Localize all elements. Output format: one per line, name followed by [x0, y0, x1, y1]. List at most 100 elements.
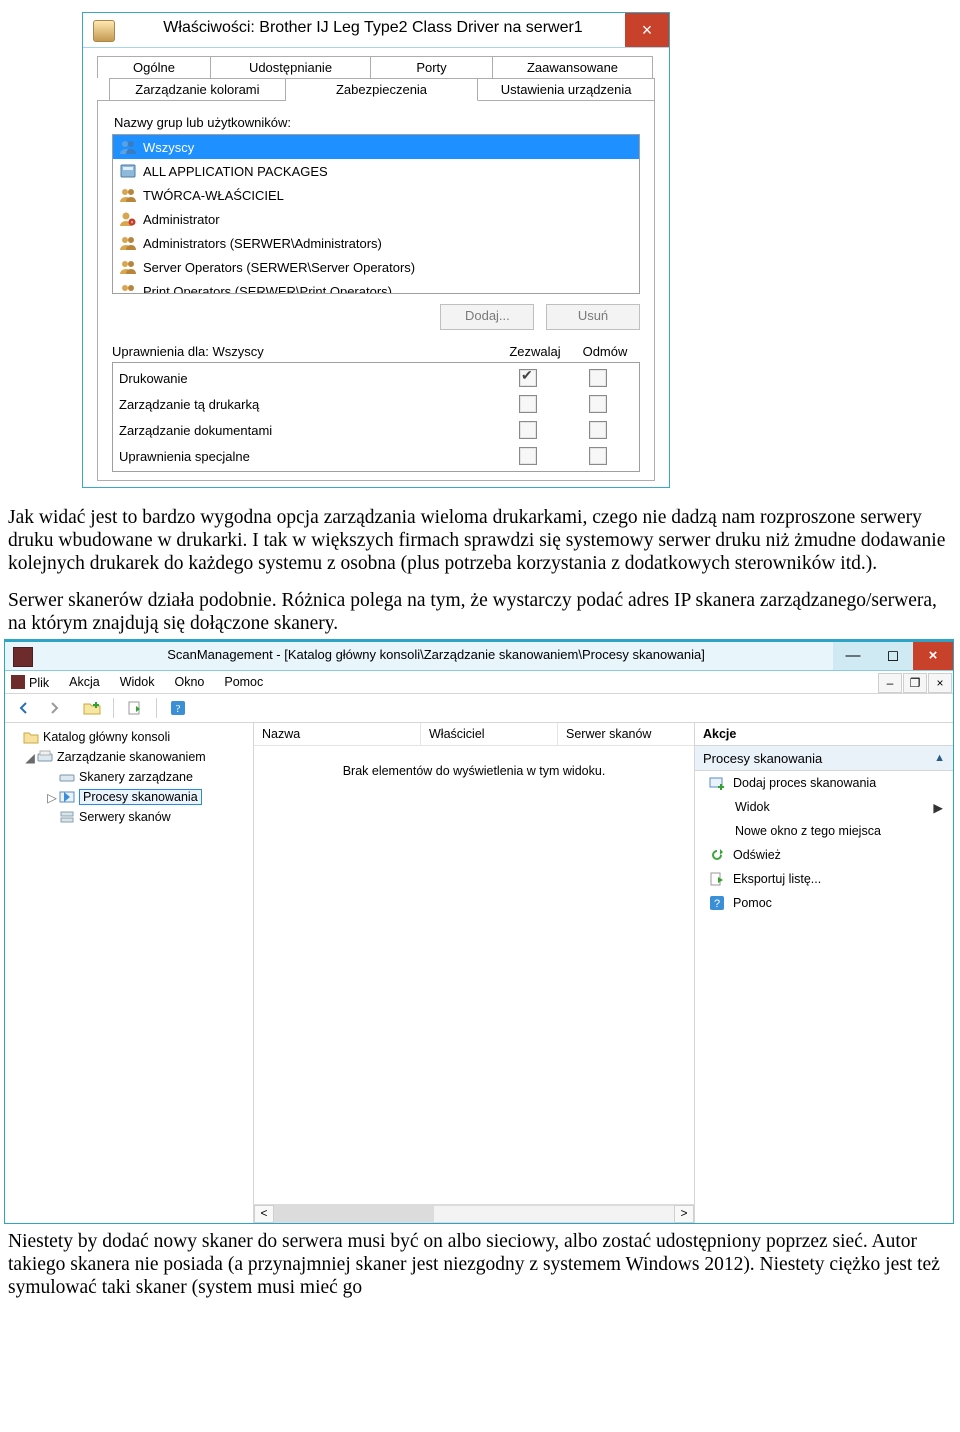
allow-checkbox[interactable]: [519, 447, 537, 465]
actions-section[interactable]: Procesy skanowania ▲: [695, 746, 953, 771]
close-button[interactable]: ×: [913, 642, 953, 670]
menu-view[interactable]: Widok: [110, 675, 165, 689]
perm-label: Zarządzanie tą drukarką: [119, 397, 493, 412]
permissions-header: Uprawnienia dla: Wszyscy Zezwalaj Odmów: [112, 344, 640, 359]
action-new-window[interactable]: Nowe okno z tego miejsca: [695, 819, 953, 843]
tree-collapse-icon[interactable]: ◢: [23, 750, 37, 765]
scanmanagement-window: ScanManagement - [Katalog główny konsoli…: [4, 639, 954, 1224]
svg-text:×: ×: [131, 220, 134, 226]
tree-managed-scanners[interactable]: Skanery zarządzane: [5, 767, 253, 787]
export-button[interactable]: [122, 696, 148, 720]
action-view[interactable]: Widok ▶: [695, 795, 953, 819]
deny-checkbox[interactable]: [589, 395, 607, 413]
menu-window[interactable]: Okno: [164, 675, 214, 689]
group-row-administrators[interactable]: Administrators (SERWER\Administrators): [113, 231, 639, 255]
tree-root[interactable]: Katalog główny konsoli: [5, 727, 253, 747]
tab-advanced[interactable]: Zaawansowane: [493, 56, 653, 78]
tree-scan-management[interactable]: ◢ Zarządzanie skanowaniem: [5, 747, 253, 767]
users-icon: [119, 258, 137, 276]
menu-help[interactable]: Pomoc: [214, 675, 273, 689]
tab-general[interactable]: Ogólne: [97, 56, 211, 78]
forward-button[interactable]: [41, 696, 67, 720]
action-help[interactable]: ? Pomoc: [695, 891, 953, 915]
refresh-icon: [709, 847, 725, 863]
add-folder-button[interactable]: [79, 696, 105, 720]
action-refresh[interactable]: Odśwież: [695, 843, 953, 867]
mmc-titlebar: ScanManagement - [Katalog główny konsoli…: [5, 642, 953, 671]
tree-scan-servers[interactable]: Serwery skanów: [5, 807, 253, 827]
inner-minimize-button[interactable]: –: [878, 673, 902, 693]
users-icon: [119, 186, 137, 204]
group-row-creator-owner[interactable]: TWÓRCA-WŁAŚCICIEL: [113, 183, 639, 207]
remove-button[interactable]: Usuń: [546, 304, 640, 330]
scroll-track[interactable]: [274, 1205, 674, 1223]
submenu-arrow-icon: ▶: [933, 800, 943, 815]
permissions-list: Drukowanie Zarządzanie tą drukarką Zarzą…: [112, 362, 640, 472]
collapse-icon[interactable]: ▲: [934, 752, 945, 764]
help-button[interactable]: ?: [165, 696, 191, 720]
group-row-all-app-packages[interactable]: ALL APPLICATION PACKAGES: [113, 159, 639, 183]
action-add-scan-process[interactable]: Dodaj proces skanowania: [695, 771, 953, 795]
groups-label: Nazwy grup lub użytkowników:: [114, 115, 640, 130]
allow-checkbox[interactable]: [519, 395, 537, 413]
tab-security[interactable]: Zabezpieczenia: [286, 78, 478, 101]
col-owner[interactable]: Właściciel: [421, 723, 558, 745]
perm-label: Uprawnienia specjalne: [119, 449, 493, 464]
horizontal-scrollbar[interactable]: < >: [254, 1204, 694, 1223]
allow-header: Zezwalaj: [500, 344, 570, 359]
tab-sharing[interactable]: Udostępnianie: [211, 56, 371, 78]
scroll-thumb[interactable]: [274, 1206, 434, 1222]
close-button[interactable]: ×: [625, 13, 669, 47]
mmc-toolbar: ?: [5, 694, 953, 723]
tree-scan-processes[interactable]: ▷ Procesy skanowania: [5, 787, 253, 807]
minimize-button[interactable]: —: [833, 642, 873, 670]
perm-label: Drukowanie: [119, 371, 493, 386]
deny-checkbox[interactable]: [589, 447, 607, 465]
scanner-icon: [59, 769, 75, 785]
printer-icon: [93, 20, 115, 42]
tab-color-management[interactable]: Zarządzanie kolorami: [109, 78, 286, 101]
back-button[interactable]: [11, 696, 37, 720]
inner-close-button[interactable]: ×: [928, 673, 952, 693]
group-row-print-operators[interactable]: Print Operators (SERWER\Print Operators): [113, 279, 639, 294]
actions-header: Akcje: [695, 723, 953, 746]
allow-checkbox[interactable]: [519, 369, 537, 387]
permissions-title: Uprawnienia dla: Wszyscy: [112, 344, 500, 359]
group-row-administrator[interactable]: × Administrator: [113, 207, 639, 231]
tree-label: Zarządzanie skanowaniem: [57, 750, 206, 764]
add-button[interactable]: Dodaj...: [440, 304, 534, 330]
deny-checkbox[interactable]: [589, 369, 607, 387]
menu-file[interactable]: Plik: [5, 675, 59, 690]
server-icon: [59, 809, 75, 825]
dialog-title: Właściwości: Brother IJ Leg Type2 Class …: [121, 13, 625, 47]
perm-row-manage-docs: Zarządzanie dokumentami: [113, 417, 639, 443]
deny-header: Odmów: [570, 344, 640, 359]
col-scan-server[interactable]: Serwer skanów: [558, 723, 694, 745]
allow-checkbox[interactable]: [519, 421, 537, 439]
menu-action[interactable]: Akcja: [59, 675, 110, 689]
tree-expand-icon[interactable]: ▷: [45, 790, 59, 805]
tree-label: Serwery skanów: [79, 810, 171, 824]
tab-ports[interactable]: Porty: [371, 56, 493, 78]
groups-listbox[interactable]: Wszyscy ALL APPLICATION PACKAGES: [112, 134, 640, 294]
group-row-everyone[interactable]: Wszyscy: [113, 135, 639, 159]
scroll-right-button[interactable]: >: [674, 1205, 694, 1223]
inner-restore-button[interactable]: ❐: [903, 673, 927, 693]
perm-row-special: Uprawnienia specjalne: [113, 443, 639, 469]
scanner-icon: [37, 749, 53, 765]
tab-device-settings[interactable]: Ustawienia urządzenia: [478, 78, 655, 101]
mmc-list-view[interactable]: Nazwa Właściciel Serwer skanów Brak elem…: [254, 723, 695, 1223]
action-export-list[interactable]: Eksportuj listę...: [695, 867, 953, 891]
col-name[interactable]: Nazwa: [254, 723, 421, 745]
mmc-tree[interactable]: Katalog główny konsoli ◢ Zarządzanie ska…: [5, 723, 254, 1223]
deny-checkbox[interactable]: [589, 421, 607, 439]
maximize-button[interactable]: ◻: [873, 642, 913, 670]
body-paragraph-1: Jak widać jest to bardzo wygodna opcja z…: [0, 494, 960, 577]
actions-pane: Akcje Procesy skanowania ▲ Dodaj proces …: [695, 723, 953, 1223]
group-row-server-operators[interactable]: Server Operators (SERWER\Server Operator…: [113, 255, 639, 279]
tree-label: Katalog główny konsoli: [43, 730, 170, 744]
scroll-left-button[interactable]: <: [254, 1205, 274, 1223]
group-label: Print Operators (SERWER\Print Operators): [143, 284, 392, 295]
svg-text:?: ?: [176, 703, 181, 715]
folder-icon: [23, 729, 39, 745]
